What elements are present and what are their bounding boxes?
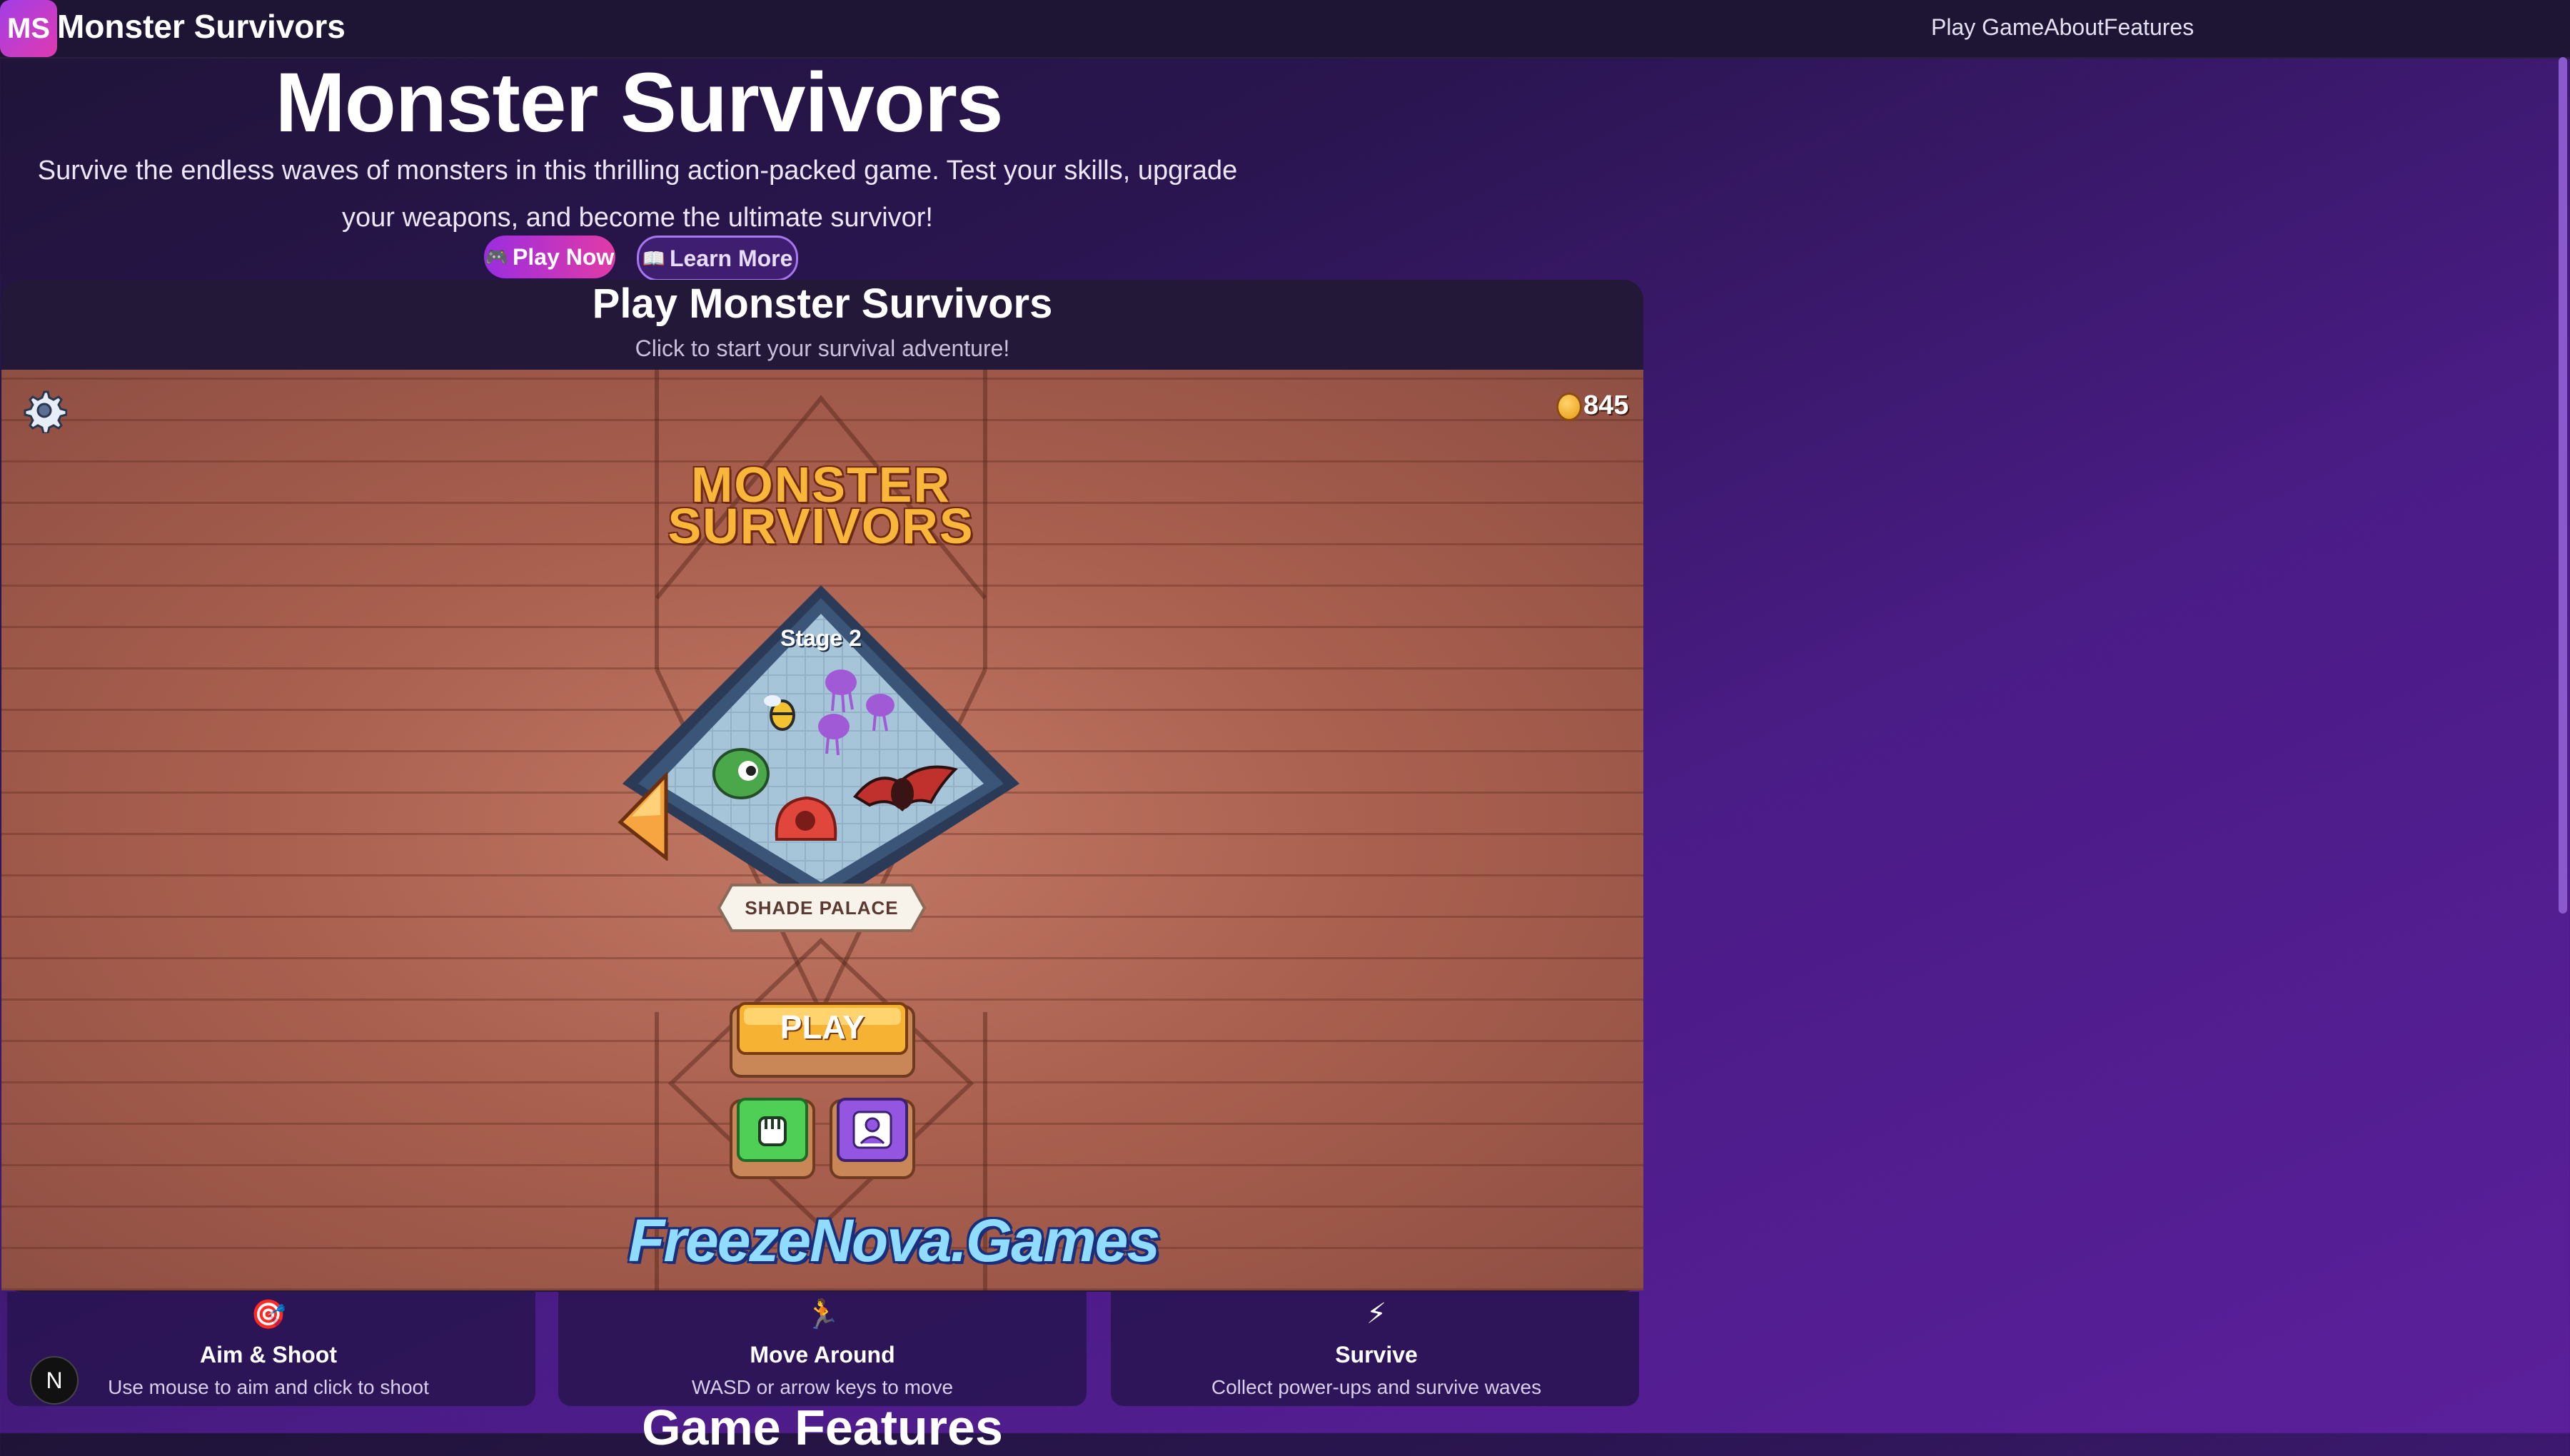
hero-description: Survive the endless waves of monsters in… [37,156,1238,233]
game-logo: MONSTER SURVIVORS [571,460,1071,554]
play-now-label: Play Now [513,243,615,270]
stage-number-label: Stage 2 [780,625,862,651]
site-logo-badge[interactable]: MS [0,0,57,57]
nav-about[interactable]: About [2044,14,2104,41]
main-nav: Play Game About Features [1931,14,2194,41]
running-icon: 🏃 [805,1299,840,1330]
hero-title: Monster Survivors [275,56,1003,150]
book-icon: 📖 [642,247,665,269]
previous-stage-arrow-icon[interactable] [618,772,669,861]
power-fist-button[interactable] [728,1096,817,1182]
feature-desc-survive: Collect power-ups and survive waves [1211,1376,1542,1398]
play-now-button[interactable]: 🎮 Play Now [484,236,615,278]
eyeball-monster-icon [712,748,770,799]
learn-more-button[interactable]: 📖 Learn More [637,236,798,281]
devtools-badge[interactable]: N [30,1356,79,1405]
gamepad-icon: 🎮 [485,246,509,268]
game-features-heading: Game Features [642,1400,1003,1455]
feature-desc-move: WASD or arrow keys to move [691,1376,954,1398]
feature-title-aim: Aim & Shoot [200,1342,337,1367]
nav-play-game[interactable]: Play Game [1931,14,2044,41]
nav-features[interactable]: Features [2104,14,2194,41]
character-profile-button[interactable] [828,1096,917,1182]
coin-count: 845 [1583,390,1629,420]
page-scrollbar[interactable] [2559,57,2567,914]
site-brand-name[interactable]: Monster Survivors [57,7,346,46]
feature-title-survive: Survive [1335,1342,1418,1367]
stage-name-label: SHADE PALACE [745,896,899,919]
game-section-subtitle: Click to start your survival adventure! [635,335,1010,361]
learn-more-label: Learn More [669,245,793,271]
coin-icon [1556,393,1582,421]
settings-gear-icon[interactable] [21,388,67,433]
studio-logo: FreezeNova.Games [628,1207,1160,1274]
target-icon: 🎯 [251,1299,286,1330]
game-logo-line2: SURVIVORS [667,498,974,554]
game-section-title: Play Monster Survivors [592,280,1053,327]
feature-desc-aim: Use mouse to aim and click to shoot [108,1376,429,1398]
user-icon [852,1111,892,1149]
game-play-label: PLAY [780,1008,865,1046]
feature-title-move: Move Around [750,1342,895,1367]
fist-icon [758,1116,787,1146]
lightning-icon: ⚡ [1366,1298,1387,1330]
